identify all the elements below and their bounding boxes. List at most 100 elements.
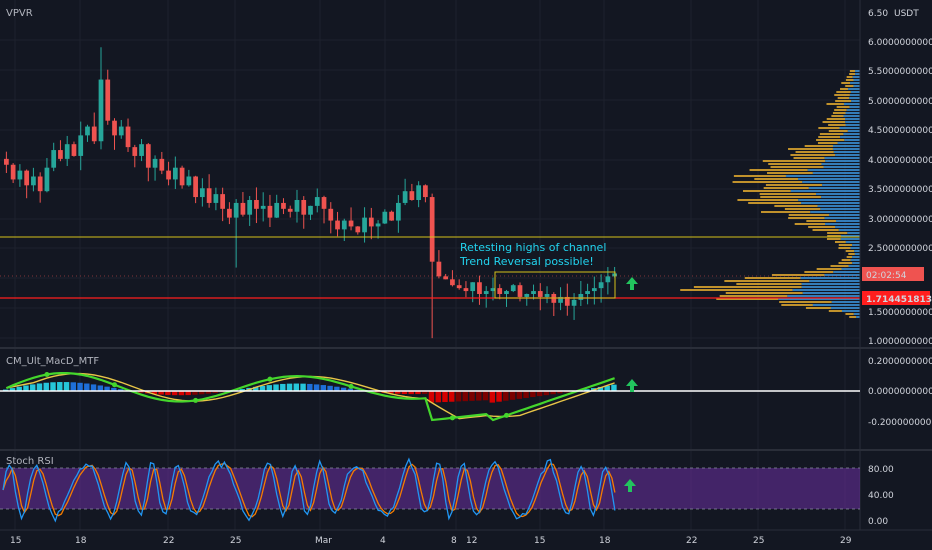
volume-bar-sell	[759, 193, 817, 195]
volume-bar-sell	[768, 163, 822, 165]
candle-body	[544, 294, 550, 297]
candle-body	[510, 285, 516, 292]
volume-bar-sell	[781, 304, 813, 306]
candle-body	[531, 291, 536, 294]
candle-body	[308, 205, 313, 215]
macd-histogram-bar	[280, 383, 286, 391]
volume-bar-buy	[807, 169, 860, 171]
volume-bar-buy	[801, 283, 860, 285]
candle-body	[402, 191, 408, 203]
volume-bar-buy	[833, 271, 860, 273]
volume-bar-sell	[737, 199, 799, 201]
candle-body	[206, 188, 212, 203]
candle-body	[497, 288, 503, 294]
macd-histogram-bar	[286, 383, 293, 391]
volume-bar-buy	[817, 205, 860, 207]
candle-body	[423, 185, 428, 198]
volume-bar-sell	[848, 253, 855, 255]
candle-body	[362, 217, 367, 233]
volume-bar-buy	[844, 139, 860, 141]
price-tick: 6.50	[868, 9, 888, 19]
macd-histogram-bar	[43, 382, 49, 391]
candle-body	[416, 185, 421, 200]
volume-bar-buy	[845, 118, 860, 120]
macd-histogram-bar	[462, 391, 468, 402]
volume-bar-sell	[828, 124, 846, 126]
volume-bar-buy	[808, 187, 860, 189]
price-tick: 4.0000000000	[868, 156, 932, 166]
price-tick: 4.5000000000	[868, 126, 932, 136]
candle-body	[341, 220, 347, 230]
annotation-line-2[interactable]: Trend Reversal possible!	[459, 255, 594, 268]
macd-histogram-bar	[503, 391, 509, 401]
price-tick: 1.5000000000	[868, 308, 932, 318]
volume-bar-sell	[845, 85, 854, 87]
volume-bar-sell	[724, 280, 810, 282]
volume-bar-buy	[839, 127, 860, 129]
volume-bar-sell	[828, 130, 848, 132]
candle-body	[213, 194, 219, 203]
volume-bar-buy	[835, 154, 860, 156]
volume-bar-buy	[852, 244, 860, 246]
macd-histogram-bar	[442, 391, 448, 403]
candle-body	[17, 170, 23, 180]
volume-bar-sell	[838, 247, 851, 249]
candle-body	[139, 144, 144, 156]
candle-body	[436, 261, 442, 277]
time-tick: 25	[230, 536, 241, 546]
annotation-line-1[interactable]: Retesting highs of channel	[460, 241, 606, 254]
volume-bar-sell	[845, 250, 855, 252]
volume-bar-buy	[802, 292, 860, 294]
volume-bar-sell	[749, 169, 808, 171]
volume-bar-buy	[810, 211, 860, 213]
volume-bar-buy	[856, 316, 860, 318]
candle-body	[368, 217, 374, 227]
volume-bar-buy	[798, 178, 860, 180]
macd-histogram-bar	[313, 384, 320, 391]
volume-bar-sell	[693, 286, 802, 288]
volume-bar-buy	[852, 262, 860, 264]
volume-bar-buy	[850, 247, 860, 249]
candle-body	[335, 220, 340, 230]
volume-bar-sell	[827, 232, 848, 234]
price-tick: 6.0000000000	[868, 38, 932, 48]
volume-bar-sell	[838, 262, 853, 264]
candle-body	[355, 226, 361, 233]
volume-bar-buy	[785, 175, 860, 177]
volume-bar-sell	[818, 136, 841, 138]
candle-body	[382, 211, 388, 224]
volume-bar-sell	[784, 208, 821, 210]
candle-body	[281, 202, 286, 209]
volume-bar-sell	[719, 295, 788, 297]
macd-histogram-bar	[63, 382, 70, 391]
candle-body	[4, 158, 9, 165]
candle-body	[450, 279, 455, 286]
candle-body	[145, 144, 151, 168]
chart-root: Retesting highs of channel Trend Reversa…	[0, 0, 932, 550]
volume-bar-buy	[846, 109, 860, 111]
time-tick: 8	[451, 536, 457, 546]
volume-bar-sell	[790, 154, 836, 156]
volume-bar-sell	[742, 190, 791, 192]
volume-bar-buy	[848, 88, 860, 90]
volume-bar-sell	[849, 316, 857, 318]
volume-bar-sell	[832, 112, 846, 114]
candle-body	[71, 144, 77, 156]
macd-histogram-bar	[530, 391, 536, 398]
volume-bar-sell	[774, 205, 818, 207]
volume-bar-sell	[845, 313, 854, 315]
macd-cross-dot	[503, 412, 509, 418]
volume-bar-buy	[835, 220, 860, 222]
macd-tick: 0.0000000000	[868, 387, 932, 397]
volume-bar-buy	[787, 295, 860, 297]
volume-bar-sell	[816, 139, 845, 141]
volume-bar-sell	[793, 157, 825, 159]
volume-bar-buy	[855, 70, 860, 72]
candle-body	[477, 282, 482, 294]
volume-bar-buy	[853, 79, 860, 81]
volume-bar-buy	[812, 172, 860, 174]
volume-bar-sell	[788, 217, 825, 219]
candle-body	[524, 294, 530, 297]
candle-body	[274, 202, 280, 218]
candle-body	[179, 167, 185, 186]
